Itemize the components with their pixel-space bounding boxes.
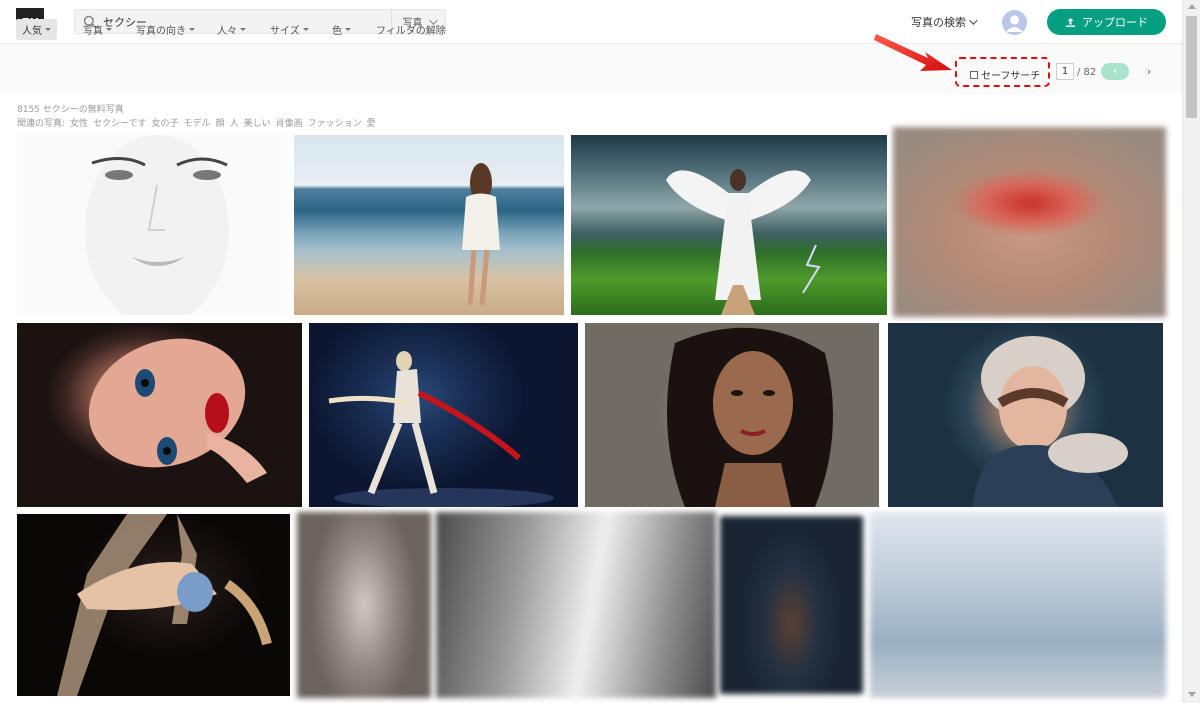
scroll-thumb[interactable] xyxy=(1186,16,1197,118)
filter-popular[interactable]: 人気 xyxy=(16,19,57,40)
result-count: 8155 セクシーの無料写真 xyxy=(17,105,124,115)
filter-people[interactable]: 人々 xyxy=(217,22,246,37)
filter-label: サイズ xyxy=(270,26,300,37)
woman-portrait-image xyxy=(667,327,833,507)
page-number-input[interactable]: 1 xyxy=(1056,63,1074,80)
photo-thumbnail-blurred[interactable] xyxy=(297,512,431,698)
safe-search-toggle[interactable]: セーフサーチ xyxy=(970,67,1040,82)
related-tag[interactable]: モデル xyxy=(184,116,211,129)
caret-down-icon xyxy=(345,28,351,31)
safe-search-checkbox[interactable] xyxy=(970,70,978,79)
photo-thumbnail[interactable] xyxy=(17,135,287,315)
caret-down-icon xyxy=(240,28,246,31)
related-tag[interactable]: 女の子 xyxy=(152,116,179,129)
photo-thumbnail-blurred[interactable] xyxy=(436,512,716,698)
prev-page-button[interactable]: ‹ xyxy=(1101,63,1129,80)
clear-filters-link[interactable]: フィルタの解除 xyxy=(376,22,446,37)
annotation-arrow-icon xyxy=(874,34,952,71)
filter-label: 色 xyxy=(332,26,342,37)
filter-size[interactable]: サイズ xyxy=(270,22,309,37)
related-tag[interactable]: 愛 xyxy=(367,116,376,129)
angel-wings-image xyxy=(666,169,821,315)
related-tag[interactable]: 顔 xyxy=(216,116,225,129)
scroll-down-arrow-icon[interactable] xyxy=(1188,692,1196,697)
related-tag[interactable]: 美しい xyxy=(244,116,271,129)
photo-thumbnail[interactable] xyxy=(294,135,564,315)
chevron-down-icon xyxy=(969,16,978,25)
related-tags: 関連の写真: 女性 セクシーです 女の子 モデル 顔 人 美しい 肖像画 ファッ… xyxy=(17,116,376,129)
safe-search-label: セーフサーチ xyxy=(981,71,1041,82)
photo-thumbnail-blurred[interactable] xyxy=(893,127,1166,317)
caret-down-icon xyxy=(189,28,195,31)
filter-label: 写真 xyxy=(83,26,103,37)
filter-label: 人々 xyxy=(217,26,237,37)
caret-down-icon xyxy=(302,28,309,31)
related-tag[interactable]: 女性 xyxy=(70,116,88,129)
aerial-silk-image xyxy=(57,514,272,696)
related-tag[interactable]: 人 xyxy=(230,116,239,129)
photo-thumbnail[interactable] xyxy=(309,323,578,507)
caret-down-icon xyxy=(45,28,51,31)
beach-woman-image xyxy=(462,163,500,306)
vertical-scrollbar[interactable] xyxy=(1182,0,1200,703)
filter-photo-type[interactable]: 写真 xyxy=(83,22,112,37)
related-tag[interactable]: セクシーです xyxy=(93,116,146,129)
caret-down-icon xyxy=(106,28,112,31)
related-label: 関連の写真: xyxy=(17,119,66,129)
filter-color[interactable]: 色 xyxy=(332,22,351,37)
avatar[interactable] xyxy=(1002,10,1027,35)
upload-button[interactable]: アップロード xyxy=(1047,9,1166,35)
photo-thumbnail[interactable] xyxy=(17,514,290,696)
next-page-button[interactable]: › xyxy=(1140,63,1158,80)
scroll-up-arrow-icon[interactable] xyxy=(1188,4,1196,9)
filter-orientation[interactable]: 写真の向き xyxy=(136,22,195,37)
page-total: / 82 xyxy=(1077,67,1097,78)
face-closeup-image xyxy=(88,338,267,483)
photo-thumbnail[interactable] xyxy=(17,323,302,507)
filter-label: 写真の向き xyxy=(136,26,186,37)
dancers-image xyxy=(328,351,554,507)
photo-thumbnail-blurred[interactable] xyxy=(870,512,1166,698)
portrait-face-image xyxy=(85,135,229,315)
upload-label: アップロード xyxy=(1082,17,1148,29)
clear-filters-label: フィルタの解除 xyxy=(376,26,446,37)
related-tag[interactable]: ファッション xyxy=(308,116,362,129)
winter-woman-image xyxy=(973,336,1128,507)
photo-thumbnail[interactable] xyxy=(585,323,879,507)
photo-thumbnail-blurred[interactable] xyxy=(720,516,863,694)
user-icon xyxy=(1002,10,1027,35)
filter-label: 人気 xyxy=(22,26,42,37)
related-tag[interactable]: 肖像画 xyxy=(276,116,303,129)
photo-thumbnail[interactable] xyxy=(888,323,1163,507)
upload-icon xyxy=(1066,17,1075,27)
photo-thumbnail[interactable] xyxy=(571,135,887,315)
